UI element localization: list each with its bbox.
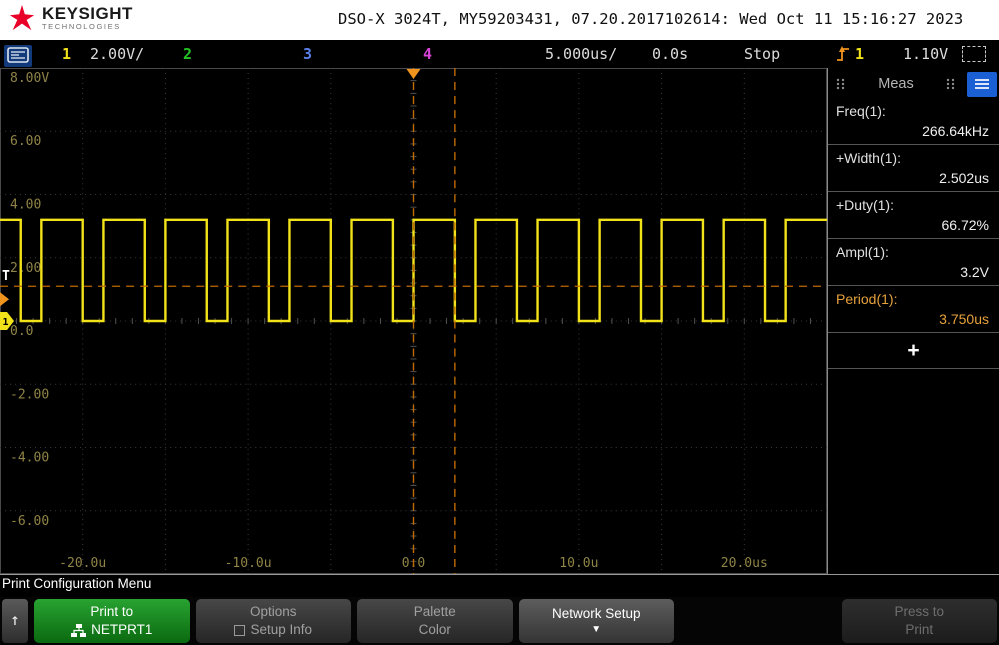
- softkey-line2: Setup Info: [250, 622, 313, 637]
- status-bar: 1 2.00V/ 2 3 4 5.000us/ 0.0s Stop 1 1.10…: [0, 40, 999, 68]
- svg-text:-10.0u: -10.0u: [225, 556, 272, 571]
- titlebar: KEYSIGHT TECHNOLOGIES DSO-X 3024T, MY592…: [0, 0, 999, 40]
- waveform-graticule: 8.00V 6.00 4.00 2.00 0.0 -2.00 -4.00 -6.00 -20.0…: [0, 68, 827, 574]
- panel-menu-button[interactable]: [967, 71, 997, 97]
- channel-1-scale[interactable]: 2.00V/: [90, 45, 144, 63]
- softkey-menu-title: Print Configuration Menu: [2, 576, 152, 591]
- svg-text:-20.0u: -20.0u: [59, 556, 106, 571]
- softkey-line1: Press to: [894, 603, 945, 619]
- selection-box-icon[interactable]: [962, 46, 986, 66]
- svg-text:8.00V: 8.00V: [10, 71, 49, 86]
- menu-icon: [7, 47, 29, 63]
- svg-text:0.0: 0.0: [10, 324, 34, 339]
- svg-text:6.00: 6.00: [10, 134, 41, 149]
- list-icon: [975, 79, 989, 89]
- softkey-bar: ↑ Print to NETPRT1 Options Setup Info Pa…: [0, 597, 999, 645]
- brand-name: KEYSIGHT: [42, 4, 133, 24]
- svg-text:2.00: 2.00: [10, 261, 41, 276]
- measurement-value: 2.502us: [939, 170, 989, 186]
- channel-1-button[interactable]: 1: [62, 45, 71, 63]
- channel-4-button[interactable]: 4: [423, 45, 432, 63]
- svg-text:10.0u: 10.0u: [559, 556, 598, 571]
- softkey-line1: Palette: [413, 603, 456, 619]
- svg-text:20.0us: 20.0us: [721, 556, 768, 571]
- measurement-label: +Width(1):: [836, 150, 901, 166]
- softkey-palette[interactable]: Palette Color: [357, 599, 513, 643]
- keysight-spark-icon: [9, 4, 35, 31]
- softkey-print-to[interactable]: Print to NETPRT1: [34, 599, 190, 643]
- softkey-options[interactable]: Options Setup Info: [195, 599, 351, 643]
- trigger-source[interactable]: 1: [855, 45, 864, 63]
- brand-subtitle: TECHNOLOGIES: [42, 21, 121, 31]
- instrument-id-text: DSO-X 3024T, MY59203431, 07.20.201710261…: [338, 10, 964, 28]
- measurement-panel: Meas Freq(1): 266.64kHz +Width(1): 2.502…: [827, 68, 999, 575]
- svg-text:4.00: 4.00: [10, 198, 41, 213]
- measurement-value: 3.750us: [939, 311, 989, 327]
- menu-back-button[interactable]: ↑: [2, 599, 28, 643]
- dropdown-arrow-icon: ▼: [591, 624, 602, 636]
- softkey-line2: NETPRT1: [91, 622, 153, 637]
- channel-2-button[interactable]: 2: [183, 45, 192, 63]
- meas-panel-header[interactable]: Meas: [828, 68, 999, 98]
- measurement-row-period[interactable]: Period(1): 3.750us: [828, 286, 999, 333]
- timebase-readout[interactable]: 5.000us/: [545, 45, 617, 63]
- waveform-display[interactable]: 8.00V 6.00 4.00 2.00 0.0 -2.00 -4.00 -6.00 -20.0…: [0, 68, 827, 575]
- softkey-line2: Color: [418, 622, 451, 637]
- softkey-line1: Options: [249, 603, 297, 619]
- delay-readout[interactable]: 0.0s: [652, 45, 688, 63]
- measurement-label: Period(1):: [836, 291, 898, 307]
- softkey-line1: Print to: [90, 603, 134, 619]
- trigger-level-readout[interactable]: 1.10V: [903, 45, 948, 63]
- channel-3-button[interactable]: 3: [303, 45, 312, 63]
- measurement-label: Ampl(1):: [836, 244, 889, 260]
- softkey-press-to-print[interactable]: Press to Print: [841, 599, 997, 643]
- measurement-row-freq[interactable]: Freq(1): 266.64kHz: [828, 98, 999, 145]
- measurement-value: 266.64kHz: [922, 123, 989, 139]
- svg-text:-6.00: -6.00: [10, 514, 49, 529]
- measurement-value: 3.2V: [960, 264, 989, 280]
- softkey-network-setup[interactable]: Network Setup ▼: [518, 599, 674, 643]
- svg-text:1: 1: [3, 317, 9, 328]
- measurement-row-pduty[interactable]: +Duty(1): 66.72%: [828, 192, 999, 239]
- drag-handle-icon: [946, 78, 955, 90]
- meas-panel-title: Meas: [878, 76, 914, 92]
- svg-text:-4.00: -4.00: [10, 451, 49, 466]
- network-printer-icon: [71, 623, 87, 637]
- checkbox-icon: [234, 624, 246, 636]
- softkey-empty-slot: [680, 599, 836, 643]
- drag-handle-icon: [836, 78, 845, 90]
- measurement-label: +Duty(1):: [836, 197, 894, 213]
- trigger-slope-icon: [836, 44, 850, 67]
- keysight-logo: KEYSIGHT TECHNOLOGIES: [8, 4, 133, 32]
- svg-text:T: T: [2, 269, 10, 284]
- softkey-line2: Print: [905, 622, 934, 637]
- softkey-line1: Network Setup: [551, 606, 641, 622]
- measurement-value: 66.72%: [941, 217, 989, 233]
- measurement-row-ampl[interactable]: Ampl(1): 3.2V: [828, 239, 999, 286]
- measurement-label: Freq(1):: [836, 103, 886, 119]
- svg-text:-2.00: -2.00: [10, 387, 49, 402]
- add-measurement-button[interactable]: +: [828, 333, 999, 369]
- acquisition-state[interactable]: Stop: [744, 45, 780, 63]
- measurement-row-pwidth[interactable]: +Width(1): 2.502us: [828, 145, 999, 192]
- main-menu-button[interactable]: [4, 45, 32, 67]
